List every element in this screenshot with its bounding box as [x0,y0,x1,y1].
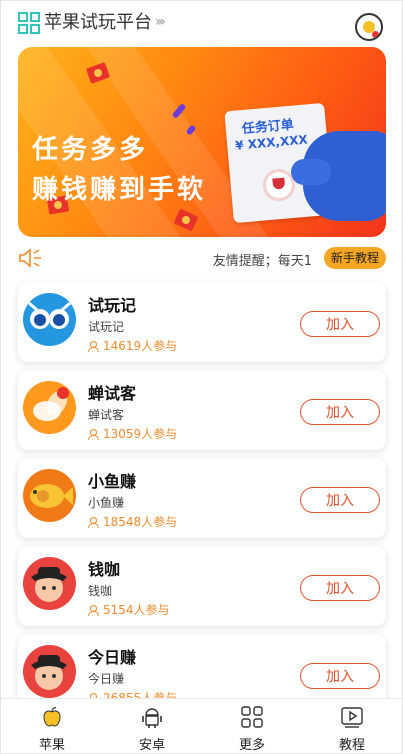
hat-face-icon [23,557,76,610]
page-title: 苹果试玩平台 [44,12,152,33]
hat-face-icon [23,645,76,698]
list-item[interactable]: 钱咖 钱咖 5154人参与 加入 [18,546,386,626]
person-icon [88,341,99,352]
avatar[interactable] [355,13,383,41]
participant-count-text: 13059人参与 [103,427,178,441]
owl-icon [23,293,76,346]
person-icon [88,605,99,616]
beginner-tutorial-button[interactable]: 新手教程 [323,247,386,269]
join-button[interactable]: 加入 [300,663,380,689]
grid-icon[interactable] [18,12,40,34]
banner-headline: 任务多多 [32,135,149,165]
thumb-illustration [291,159,331,185]
app-subtitle: 钱咖 [88,584,113,598]
notice-bar: 友情提醒；每天1 新手教程 [18,247,386,269]
grid-icon [241,706,263,728]
tab-label: 安卓 [138,738,165,753]
join-button[interactable]: 加入 [300,487,380,513]
promo-banner[interactable]: 任务多多 赚钱赚到手软 任务订单 ¥ XXX,XXX [18,47,386,237]
notice-text: 友情提醒；每天1 [212,254,312,269]
app-name: 今日赚 [88,648,137,667]
participant-count: 14619人参与 [88,337,177,354]
tab-label: 苹果 [38,738,65,753]
tab-more[interactable]: 更多 [202,699,302,753]
participant-count-text: 18548人参与 [103,515,178,529]
apple-icon [43,706,61,727]
participant-count: 13059人参与 [88,425,177,442]
list-item[interactable]: 试玩记 试玩记 14619人参与 加入 [18,282,386,362]
bottom-tab-bar: 苹果 安卓 更多 教程 [1,698,402,753]
chevron-right-icon[interactable]: ››› [155,14,166,30]
app-name: 钱咖 [88,560,121,579]
app-subtitle: 今日赚 [88,672,125,686]
person-icon [88,429,99,440]
list-item[interactable]: 小鱼赚 小鱼赚 18548人参与 加入 [18,458,386,538]
join-button[interactable]: 加入 [300,399,380,425]
app-screen: 苹果试玩平台 ››› 任务多多 赚钱赚到手软 任务订单 ¥ XXX,XXX 友情… [0,0,403,754]
app-name: 试玩记 [88,296,137,315]
app-subtitle: 蝉试客 [88,408,125,422]
join-button[interactable]: 加入 [300,311,380,337]
tab-apple[interactable]: 苹果 [2,699,102,753]
speaker-icon [19,248,41,268]
red-envelope-icon [173,208,199,232]
app-subtitle: 小鱼赚 [88,496,125,510]
participant-count: 18548人参与 [88,513,177,530]
list-item[interactable]: 蝉试客 蝉试客 13059人参与 加入 [18,370,386,450]
app-name: 小鱼赚 [88,472,137,491]
video-icon [341,707,363,728]
app-name: 蝉试客 [88,384,137,403]
tab-android[interactable]: 安卓 [102,699,202,753]
tab-label: 教程 [338,738,365,753]
person-icon [88,517,99,528]
fish-icon [23,469,76,522]
android-icon [142,708,162,728]
tab-label: 更多 [238,738,265,753]
banner-subheadline: 赚钱赚到手软 [32,175,207,205]
cicada-icon [23,381,76,434]
tab-tutorial[interactable]: 教程 [302,699,402,753]
app-subtitle: 试玩记 [88,320,125,334]
top-header: 苹果试玩平台 ››› [1,1,402,47]
join-button[interactable]: 加入 [300,575,380,601]
participant-count-text: 5154人参与 [103,603,170,617]
participant-count: 5154人参与 [88,601,170,618]
participant-count-text: 14619人参与 [103,339,178,353]
